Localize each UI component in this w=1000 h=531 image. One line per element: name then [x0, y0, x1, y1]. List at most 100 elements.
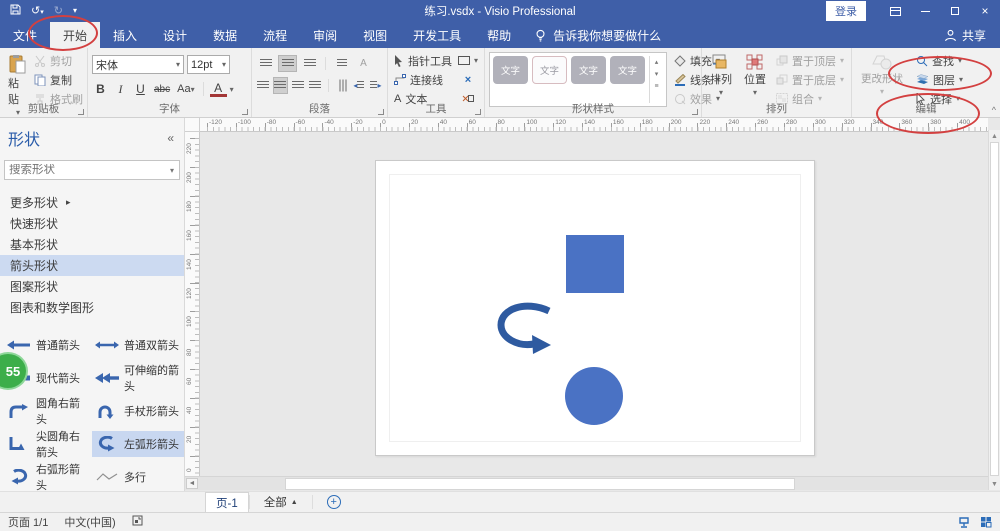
decrease-indent-button[interactable]: ◂ [352, 77, 366, 94]
find-button[interactable]: 查找▾ [914, 52, 965, 69]
ribbon-display-options-icon[interactable] [880, 0, 910, 22]
tab-view[interactable]: 视图 [350, 22, 400, 48]
layers-button[interactable]: 图层▾ [914, 71, 965, 88]
increase-indent-button[interactable]: ▸ [369, 77, 383, 94]
tools-dialog-launcher[interactable] [475, 109, 481, 115]
stencil-arrow-shapes[interactable]: 箭头形状 [0, 255, 184, 276]
login-button[interactable]: 登录 [826, 1, 866, 21]
fit-page-icon[interactable] [980, 516, 992, 528]
paragraph-dialog-launcher[interactable] [378, 109, 384, 115]
vertical-scrollbar[interactable]: ▲ ▼ [988, 130, 1000, 490]
font-size-select[interactable]: 12pt▾ [187, 55, 230, 74]
shape-style-1[interactable]: 文字 [493, 56, 528, 84]
copy-button[interactable]: 复制 [32, 71, 85, 88]
minimize-button[interactable] [910, 0, 940, 22]
scroll-left-icon[interactable]: ◄ [186, 478, 198, 489]
tab-developer[interactable]: 开发工具 [400, 22, 474, 48]
bullets-button[interactable] [332, 55, 351, 72]
canvas-curved-arrow-shape[interactable] [495, 301, 553, 355]
master-right-arc-arrow[interactable]: 右弧形箭头 [4, 464, 92, 490]
vertical-scroll-thumb[interactable] [990, 142, 999, 476]
horizontal-scrollbar[interactable]: ◄ [185, 476, 988, 490]
stencil-pattern-shapes[interactable]: 图案形状 [0, 276, 184, 297]
shape-styles-dialog-launcher[interactable] [692, 109, 698, 115]
page-indicator[interactable]: 页面 1/1 [0, 514, 56, 530]
gallery-more-icon[interactable]: ≡ [650, 80, 663, 92]
master-multi-line[interactable]: 多行 [92, 464, 184, 490]
font-color-dropdown[interactable]: ▾ [230, 85, 234, 94]
tab-home[interactable]: 开始 [50, 22, 100, 48]
tab-data[interactable]: 数据 [200, 22, 250, 48]
stencil-basic-shapes[interactable]: 基本形状 [0, 234, 184, 255]
font-dialog-launcher[interactable] [242, 109, 248, 115]
presentation-mode-icon[interactable] [958, 516, 970, 528]
add-page-button[interactable]: + [327, 495, 341, 509]
scroll-down-icon[interactable]: ▼ [989, 478, 1000, 490]
gallery-up-icon[interactable]: ▴ [650, 56, 663, 68]
shape-search-input[interactable] [5, 164, 167, 176]
scroll-up-icon[interactable]: ▲ [989, 130, 1000, 142]
align-right-button[interactable] [291, 77, 305, 94]
master-sharp-rounded-right-arrow[interactable]: 尖圆角右箭头 [4, 431, 92, 457]
tab-design[interactable]: 设计 [150, 22, 200, 48]
italic-button[interactable]: I [112, 80, 129, 98]
master-stretchable-arrow[interactable]: 可伸缩的箭头 [92, 365, 184, 391]
connector-tool-button[interactable]: 连接线 [392, 71, 454, 88]
horizontal-scroll-thumb[interactable] [285, 478, 795, 490]
font-color-button[interactable]: A [210, 82, 227, 97]
align-left-button[interactable] [256, 77, 270, 94]
align-top-button[interactable] [256, 55, 275, 72]
canvas-circle-shape[interactable] [565, 367, 623, 425]
tell-me-box[interactable]: 告诉我你想要做什么 [534, 22, 661, 48]
shape-style-4[interactable]: 文字 [610, 56, 645, 84]
gallery-down-icon[interactable]: ▾ [650, 68, 663, 80]
text-direction-button[interactable] [335, 77, 349, 94]
stencil-more-shapes[interactable]: 更多形状▸ [0, 192, 184, 213]
change-shape-button[interactable]: 更改形状▾ [856, 52, 908, 107]
macro-record-icon[interactable] [124, 515, 151, 529]
drawing-canvas[interactable] [200, 132, 988, 476]
pointer-tool-button[interactable]: 指针工具 [392, 52, 454, 69]
tab-help[interactable]: 帮助 [474, 22, 524, 48]
strikethrough-button[interactable]: abc [152, 80, 172, 98]
rotate-text-button[interactable]: A [354, 55, 373, 72]
canvas-square-shape[interactable] [566, 235, 624, 293]
share-button[interactable]: 共享 [944, 22, 986, 48]
align-center-button[interactable] [273, 77, 288, 94]
language-indicator[interactable]: 中文(中国) [56, 514, 123, 530]
underline-button[interactable]: U [132, 80, 149, 98]
page-tab-1[interactable]: 页-1 [205, 492, 249, 512]
master-normal-double-arrow[interactable]: 普通双箭头 [92, 332, 184, 358]
restore-button[interactable] [940, 0, 970, 22]
tab-process[interactable]: 流程 [250, 22, 300, 48]
connection-point-x-button[interactable]: × [456, 71, 480, 88]
tab-file[interactable]: 文件 [0, 22, 50, 48]
align-middle-button[interactable] [278, 55, 297, 72]
all-pages-button[interactable]: 全部▲ [249, 495, 313, 509]
cut-button[interactable]: 剪切 [32, 52, 85, 69]
master-rounded-right-arrow[interactable]: 圆角右箭头 [4, 398, 92, 424]
stencil-quick-shapes[interactable]: 快速形状 [0, 213, 184, 234]
tab-insert[interactable]: 插入 [100, 22, 150, 48]
position-button[interactable]: 位置▾ [740, 52, 770, 107]
search-dropdown-icon[interactable]: ▾ [167, 166, 177, 175]
shape-style-3[interactable]: 文字 [571, 56, 606, 84]
justify-button[interactable] [308, 77, 322, 94]
shape-style-2[interactable]: 文字 [532, 56, 567, 84]
align-bottom-button[interactable] [300, 55, 319, 72]
collapse-ribbon-icon[interactable]: ^ [992, 105, 996, 115]
stencil-charts-math[interactable]: 图表和数学图形 [0, 297, 184, 318]
collapse-panel-icon[interactable]: « [167, 131, 174, 145]
font-family-select[interactable]: 宋体▾ [92, 55, 184, 74]
tab-review[interactable]: 审阅 [300, 22, 350, 48]
clipboard-dialog-launcher[interactable] [78, 109, 84, 115]
align-button[interactable]: 排列▾ [706, 52, 736, 107]
rectangle-tool-button[interactable]: ▾ [456, 52, 480, 69]
send-to-back-button[interactable]: 置于底层▾ [774, 71, 846, 88]
bold-button[interactable]: B [92, 80, 109, 98]
master-cane-arrow[interactable]: 手杖形箭头 [92, 398, 184, 424]
master-left-arc-arrow[interactable]: 左弧形箭头 [92, 431, 184, 457]
close-button[interactable]: × [970, 0, 1000, 22]
change-case-button[interactable]: Aa▾ [175, 80, 196, 98]
bring-to-front-button[interactable]: 置于顶层▾ [774, 52, 846, 69]
